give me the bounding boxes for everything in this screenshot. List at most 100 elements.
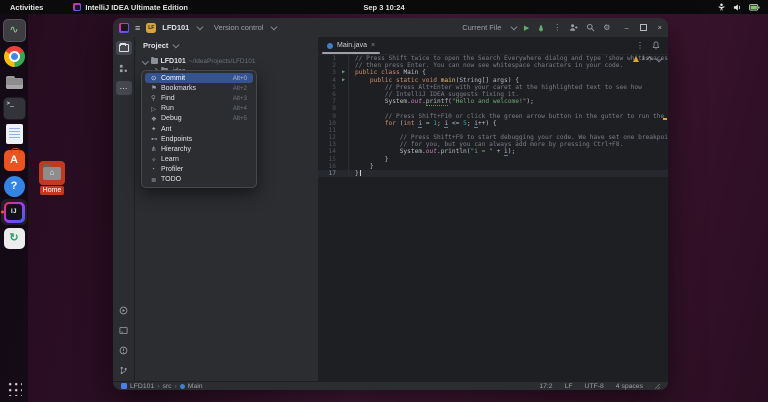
project-avatar-badge[interactable]: LF bbox=[146, 22, 157, 33]
main-menu-button[interactable]: ≡ bbox=[135, 23, 140, 33]
indent-widget[interactable]: 4 spaces bbox=[616, 383, 643, 390]
tab-close-icon[interactable]: × bbox=[371, 42, 375, 49]
resize-grip-icon[interactable] bbox=[655, 383, 660, 389]
focused-app-menu[interactable]: IntelliJ IDEA Ultimate Edition bbox=[73, 3, 188, 12]
minimize-button[interactable]: – bbox=[624, 23, 628, 32]
search-everywhere-button[interactable] bbox=[586, 23, 595, 32]
tree-row-root[interactable]: LFD101 ~/IdeaProjects/LFD101 bbox=[135, 56, 318, 66]
code-lines[interactable]: 1// Press Shift twice to open the Search… bbox=[318, 55, 668, 178]
code-with-me-button[interactable] bbox=[569, 23, 578, 32]
menu-item-ant[interactable]: ✦ Ant bbox=[145, 124, 253, 134]
version-control-tool-button[interactable] bbox=[116, 363, 132, 377]
menu-item-label: Hierarchy bbox=[161, 145, 191, 153]
gutter-spacer bbox=[339, 105, 348, 112]
activities-button[interactable]: Activities bbox=[10, 3, 43, 12]
tree-root-label: LFD101 bbox=[160, 57, 186, 65]
tab-label: Main.java bbox=[337, 42, 367, 49]
run-gutter-icon[interactable]: ▶ bbox=[339, 69, 348, 76]
dock-item-libreoffice-writer[interactable] bbox=[1, 121, 27, 147]
house-glyph: ⌂ bbox=[49, 168, 55, 177]
menu-item-debug[interactable]: ❖ Debug Alt+5 bbox=[145, 114, 253, 124]
run-button[interactable]: ▶ bbox=[524, 24, 529, 32]
line-number: 10 bbox=[328, 119, 336, 127]
tab-main-java[interactable]: Main.java × bbox=[318, 37, 384, 54]
dock-item-terminal[interactable]: >_ bbox=[1, 95, 27, 121]
more-actions-button[interactable]: ⋮ bbox=[553, 23, 561, 32]
menu-item-find[interactable]: ⚲ Find Alt+3 bbox=[145, 93, 253, 103]
more-tool-windows-button[interactable]: ⋯ bbox=[115, 81, 132, 95]
problems-tool-button[interactable] bbox=[116, 343, 132, 357]
menu-item-learn[interactable]: ✧ Learn bbox=[145, 155, 253, 165]
prev-problem-icon[interactable] bbox=[646, 56, 653, 63]
code-line-16[interactable]: 16 } bbox=[318, 162, 668, 170]
show-applications-button[interactable] bbox=[6, 380, 22, 396]
gutter-spacer bbox=[339, 84, 348, 91]
system-monitor-icon: ∿ bbox=[2, 18, 26, 42]
menu-item-todo[interactable]: ≣ TODO bbox=[145, 175, 253, 185]
menu-item-endpoints[interactable]: ⊷ Endpoints bbox=[145, 134, 253, 144]
editor-options-button[interactable]: ⋮ bbox=[636, 41, 644, 50]
menu-item-hierarchy[interactable]: ⋔ Hierarchy bbox=[145, 144, 253, 154]
code-line-8[interactable]: 8 bbox=[318, 105, 668, 113]
tool-window-stripe: ⋯ bbox=[113, 37, 135, 381]
editor-area[interactable]: Main.java × ⋮ 1 1// Press Shift twice to… bbox=[318, 37, 668, 381]
run-circle-icon bbox=[119, 306, 128, 314]
dock-item-software-updater[interactable]: ↻ bbox=[1, 225, 27, 251]
code-line-5[interactable]: 5 // Press Alt+Enter with your caret at … bbox=[318, 83, 668, 91]
menu-item-profiler[interactable]: ◔ Profiler bbox=[145, 165, 253, 175]
code-line-12[interactable]: 12 // Press Shift+F9 to start debugging … bbox=[318, 134, 668, 142]
code-line-4[interactable]: 4 ▶ public static void main(String[] args… bbox=[318, 76, 668, 84]
desktop-home-icon[interactable]: ⌂ Home bbox=[36, 161, 68, 195]
project-tool-button[interactable] bbox=[115, 41, 132, 55]
maximize-button[interactable] bbox=[639, 24, 647, 31]
line-separator-widget[interactable]: LF bbox=[565, 383, 573, 390]
code-text bbox=[348, 126, 668, 135]
settings-button[interactable]: ⚙ bbox=[603, 23, 610, 32]
volume-icon bbox=[733, 3, 741, 11]
vcs-widget[interactable]: Version control bbox=[214, 23, 264, 32]
code-line-1[interactable]: 1// Press Shift twice to open the Search… bbox=[318, 55, 668, 63]
code-line-7[interactable]: 7 System.out.printf("Hello and welcome!"… bbox=[318, 98, 668, 107]
dock-item-system-monitor[interactable]: ∿ bbox=[1, 17, 27, 43]
code-line-14[interactable]: 14 System.out.println("i = " + i); bbox=[318, 148, 668, 157]
code-line-2[interactable]: 2 // then press Enter. You can now see wh… bbox=[318, 62, 668, 70]
dock-item-help[interactable]: ? bbox=[1, 173, 27, 199]
breadcrumb-src[interactable]: src bbox=[162, 383, 171, 390]
dock-item-app-center[interactable]: A bbox=[1, 147, 27, 173]
breadcrumb-separator: › bbox=[174, 382, 177, 390]
menu-item-commit[interactable]: ⊙ Commit Alt+0 bbox=[145, 73, 253, 84]
code-line-17[interactable]: 17} bbox=[318, 170, 668, 178]
project-panel-header[interactable]: Project bbox=[135, 37, 318, 50]
system-status-area[interactable] bbox=[717, 3, 760, 12]
run-gutter-icon[interactable]: ▶ bbox=[339, 77, 348, 84]
code-line-9[interactable]: 9 // Press Shift+F10 or click the green … bbox=[318, 112, 668, 120]
dock-item-chrome[interactable] bbox=[1, 43, 27, 69]
caret-position-widget[interactable]: 17:2 bbox=[539, 383, 552, 390]
breadcrumb-class[interactable]: Main bbox=[188, 383, 203, 390]
learn-icon: ✧ bbox=[151, 156, 157, 164]
dock-item-intellij-idea[interactable]: IJ bbox=[0, 199, 27, 225]
code-line-10[interactable]: 10 for (int i = 1; i <= 5; i++) { bbox=[318, 119, 668, 128]
project-selector[interactable]: LFD101 bbox=[162, 23, 189, 32]
menu-item-shortcut: Alt+0 bbox=[232, 74, 247, 82]
code-line-15[interactable]: 15 } bbox=[318, 155, 668, 163]
inspections-widget[interactable]: 1 bbox=[632, 55, 662, 63]
debug-button[interactable] bbox=[537, 24, 545, 32]
run-tool-button[interactable] bbox=[116, 303, 132, 317]
code-line-11[interactable]: 11 bbox=[318, 126, 668, 135]
dock-item-files[interactable] bbox=[1, 69, 27, 95]
notifications-bell-icon[interactable] bbox=[652, 41, 660, 50]
breadcrumb-project[interactable]: LFD101 bbox=[130, 383, 154, 390]
gutter-spacer bbox=[339, 91, 348, 98]
menu-item-bookmarks[interactable]: ⚑ Bookmarks Alt+2 bbox=[145, 83, 253, 93]
find-icon: ⚲ bbox=[151, 95, 156, 103]
encoding-widget[interactable]: UTF-8 bbox=[585, 383, 604, 390]
structure-tool-button[interactable] bbox=[116, 61, 132, 75]
code-line-3[interactable]: 3 ▶ public class Main { bbox=[318, 69, 668, 77]
line-number: 5 bbox=[332, 83, 336, 91]
close-button[interactable]: × bbox=[658, 23, 662, 32]
clock[interactable]: Sep 3 10:24 bbox=[363, 3, 404, 12]
run-configuration-selector[interactable]: Current File bbox=[462, 23, 501, 32]
menu-item-run[interactable]: ▷ Run Alt+4 bbox=[145, 104, 253, 114]
terminal-tool-button[interactable] bbox=[116, 323, 132, 337]
